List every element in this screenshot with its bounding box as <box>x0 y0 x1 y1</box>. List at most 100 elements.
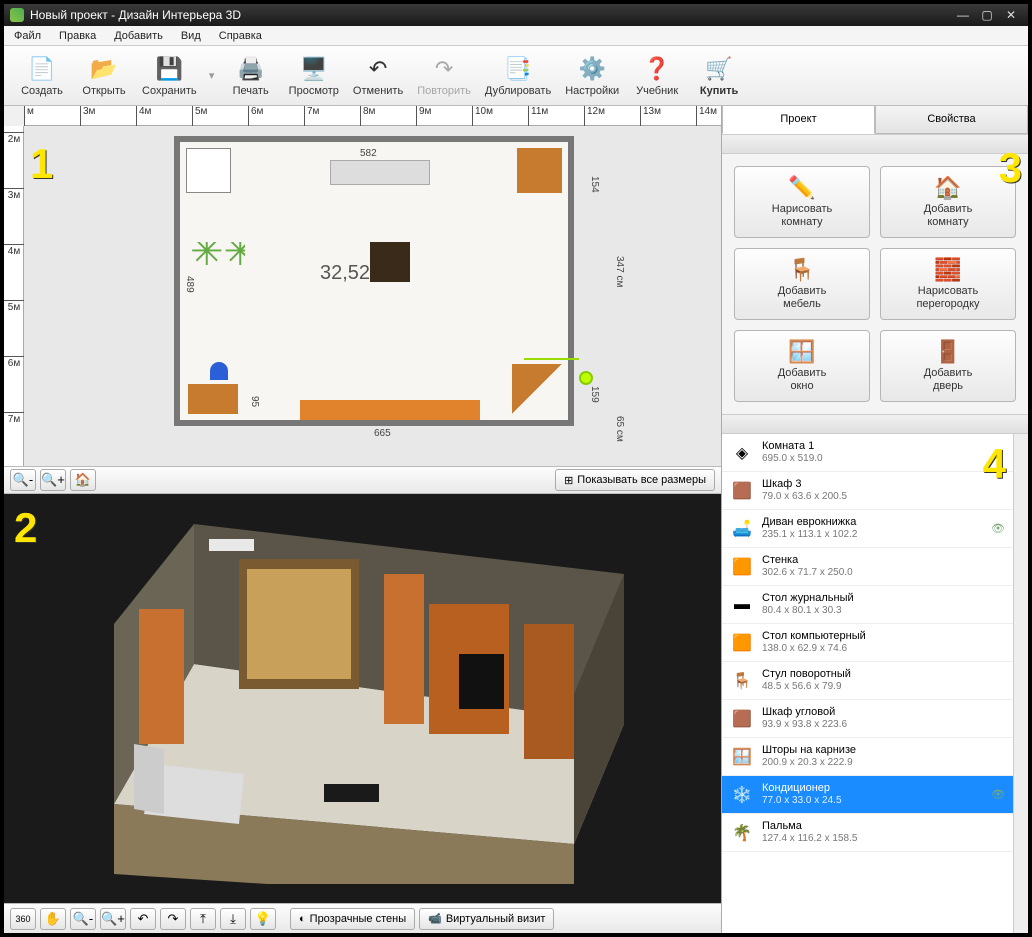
object-icon: ▬ <box>730 593 754 617</box>
room-3d-render <box>64 514 644 884</box>
minimize-button[interactable]: — <box>952 7 974 23</box>
object-dimensions: 93.9 x 93.8 x 223.6 <box>762 719 1005 731</box>
panel-tabs: Проект Свойства <box>722 106 1028 134</box>
settings-label: Настройки <box>565 85 619 97</box>
save-button[interactable]: 💾Сохранить <box>138 50 201 102</box>
dim-br2: 65 см <box>614 416 625 442</box>
plan-2d-view[interactable]: м3м4м5м6м7м8м9м10м11м12м13м14м 2м3м4м5м6… <box>4 106 721 466</box>
add-room-icon: 🏠 <box>934 175 962 201</box>
menubar: Файл Правка Добавить Вид Справка <box>4 26 1028 46</box>
maximize-button[interactable]: ▢ <box>976 7 998 23</box>
object-icon: 🌴 <box>730 821 754 845</box>
view-3d[interactable]: 2 <box>4 494 721 903</box>
object-item[interactable]: ▬Стол журнальный80.4 x 80.1 x 30.3 <box>722 586 1013 624</box>
object-icon: 🟫 <box>730 707 754 731</box>
coffee-table[interactable] <box>370 242 410 282</box>
object-icon: ❄️ <box>730 783 754 807</box>
wardrobe-corner[interactable] <box>517 148 562 193</box>
rotate-ccw-button[interactable]: ↶ <box>130 908 156 930</box>
tutorial-label: Учебник <box>636 85 678 97</box>
buy-button[interactable]: 🛒Купить <box>691 50 747 102</box>
palm-plant[interactable]: ✳✳✳ <box>190 242 245 297</box>
draw-room-button[interactable]: ✏️Нарисоватькомнату <box>734 166 870 238</box>
visibility-icon[interactable]: 👁 <box>991 788 1005 801</box>
overlay-1: 1 <box>30 140 53 188</box>
create-icon: 📄 <box>28 55 56 83</box>
tab-project[interactable]: Проект <box>722 106 875 134</box>
menu-file[interactable]: Файл <box>10 28 45 44</box>
zoom-in-button[interactable]: 🔍+ <box>40 469 66 491</box>
preview-button[interactable]: 🖥️Просмотр <box>285 50 343 102</box>
object-dimensions: 77.0 x 33.0 x 24.5 <box>762 795 983 807</box>
object-dimensions: 695.0 x 519.0 <box>762 453 1005 465</box>
redo-button[interactable]: ↷Повторить <box>413 50 475 102</box>
object-item[interactable]: 🪑Стул поворотный48.5 x 56.6 x 79.9 <box>722 662 1013 700</box>
object-dimensions: 80.4 x 80.1 x 30.3 <box>762 605 1005 617</box>
redo-icon: ↷ <box>430 55 458 83</box>
object-item[interactable]: 🪟Шторы на карнизе200.9 x 20.3 x 222.9 <box>722 738 1013 776</box>
object-name: Стенка <box>762 554 1005 567</box>
add-furniture-button[interactable]: 🪑Добавитьмебель <box>734 248 870 320</box>
show-sizes-button[interactable]: ⊞Показывать все размеры <box>555 469 715 491</box>
zoom-out-button[interactable]: 🔍- <box>10 469 36 491</box>
virtual-visit-button[interactable]: 📹Виртуальный визит <box>419 908 554 930</box>
create-button[interactable]: 📄Создать <box>14 50 70 102</box>
sofa-top[interactable] <box>330 160 430 185</box>
home-button[interactable]: 🏠 <box>70 469 96 491</box>
add-window-obj-button[interactable]: 🪟Добавитьокно <box>734 330 870 402</box>
window-title: Новый проект - Дизайн Интерьера 3D <box>30 8 241 22</box>
area-label: 32,52 <box>320 262 370 285</box>
scrollbar[interactable] <box>1013 434 1028 933</box>
object-item[interactable]: 🌴Пальма127.4 x 116.2 x 158.5 <box>722 814 1013 852</box>
close-button[interactable]: ✕ <box>1000 7 1022 23</box>
object-item[interactable]: 🟫Шкаф 379.0 x 63.6 x 200.5 <box>722 472 1013 510</box>
add-door-button[interactable]: 🚪Добавитьдверь <box>880 330 1016 402</box>
object-item[interactable]: 🛋️Диван еврокнижка235.1 x 113.1 x 102.2👁 <box>722 510 1013 548</box>
duplicate-button[interactable]: 📑Дублировать <box>481 50 555 102</box>
desk[interactable] <box>188 384 238 414</box>
pan-button[interactable]: ✋ <box>40 908 66 930</box>
print-button[interactable]: 🖨️Печать <box>223 50 279 102</box>
object-item[interactable]: 🟧Стенка302.6 x 71.7 x 250.0 <box>722 548 1013 586</box>
section-header-2 <box>722 414 1028 434</box>
open-button[interactable]: 📂Открыть <box>76 50 132 102</box>
menu-help[interactable]: Справка <box>215 28 266 44</box>
rotate-cw-button[interactable]: ↷ <box>160 908 186 930</box>
object-item[interactable]: ❄️Кондиционер77.0 x 33.0 x 24.5👁 <box>722 776 1013 814</box>
action-grid: 3 ✏️Нарисоватькомнату🏠Добавитькомнату🪑До… <box>722 154 1028 414</box>
wall-unit[interactable] <box>300 400 480 420</box>
selection-handle[interactable] <box>579 371 593 385</box>
door-arc[interactable] <box>186 148 231 193</box>
buy-label: Купить <box>700 85 738 97</box>
tutorial-button[interactable]: ❓Учебник <box>629 50 685 102</box>
chair[interactable] <box>210 362 228 380</box>
app-icon <box>10 8 24 22</box>
room-outline[interactable]: 582 ✳✳✳ 32,52 <box>174 136 574 426</box>
zoom-out-3d-button[interactable]: 🔍- <box>70 908 96 930</box>
draw-partition-button[interactable]: 🧱Нарисоватьперегородку <box>880 248 1016 320</box>
plan-toolbar: 🔍- 🔍+ 🏠 ⊞Показывать все размеры <box>4 466 721 494</box>
object-list[interactable]: ◈Комната 1695.0 x 519.0🟫Шкаф 379.0 x 63.… <box>722 434 1013 933</box>
corner-wardrobe[interactable] <box>512 364 562 414</box>
light-button[interactable]: 💡 <box>250 908 276 930</box>
menu-view[interactable]: Вид <box>177 28 205 44</box>
horizontal-ruler: м3м4м5м6м7м8м9м10м11м12м13м14м <box>24 106 721 126</box>
tilt-up-button[interactable]: ⤒ <box>190 908 216 930</box>
tab-properties[interactable]: Свойства <box>875 106 1028 134</box>
settings-button[interactable]: ⚙️Настройки <box>561 50 623 102</box>
object-item[interactable]: 🟧Стол компьютерный138.0 x 62.9 x 74.6 <box>722 624 1013 662</box>
transparent-walls-button[interactable]: ◐Прозрачные стены <box>290 908 415 930</box>
add-room-button[interactable]: 🏠Добавитькомнату <box>880 166 1016 238</box>
object-item[interactable]: ◈Комната 1695.0 x 519.0 <box>722 434 1013 472</box>
menu-edit[interactable]: Правка <box>55 28 100 44</box>
rotate-360-button[interactable]: 360 <box>10 908 36 930</box>
tilt-down-button[interactable]: ⤓ <box>220 908 246 930</box>
zoom-in-3d-button[interactable]: 🔍+ <box>100 908 126 930</box>
object-name: Шторы на карнизе <box>762 744 1005 757</box>
content-area: м3м4м5м6м7м8м9м10м11м12м13м14м 2м3м4м5м6… <box>4 106 1028 933</box>
object-item[interactable]: 🟫Шкаф угловой93.9 x 93.8 x 223.6 <box>722 700 1013 738</box>
visibility-icon[interactable]: 👁 <box>991 522 1005 535</box>
undo-button[interactable]: ↶Отменить <box>349 50 407 102</box>
menu-add[interactable]: Добавить <box>110 28 167 44</box>
plan-canvas[interactable]: 1 582 ✳✳✳ 32,52 <box>24 126 721 466</box>
